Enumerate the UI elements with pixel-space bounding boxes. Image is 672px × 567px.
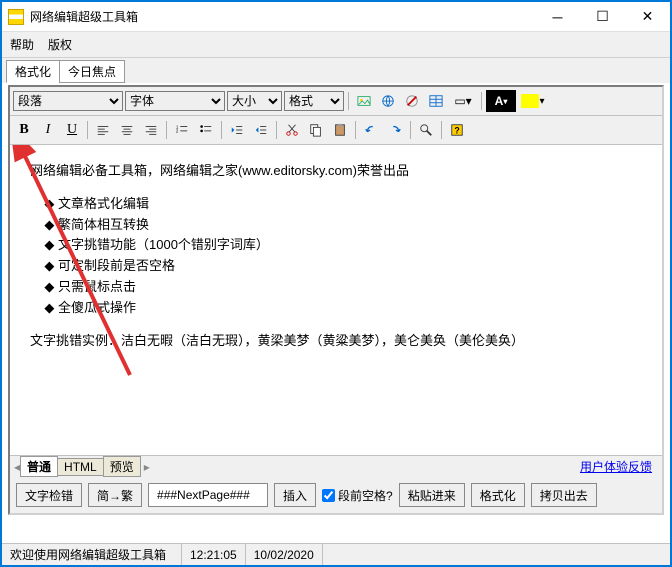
status-date: 10/02/2020: [246, 544, 323, 565]
copy-out-button[interactable]: 拷贝出去: [531, 483, 597, 507]
statusbar: 欢迎使用网络编辑超级工具箱 12:21:05 10/02/2020: [2, 543, 670, 565]
tab-normal[interactable]: 普通: [20, 456, 58, 477]
tab-format[interactable]: 格式化: [6, 60, 60, 83]
outdent-icon[interactable]: [226, 119, 248, 141]
svg-text:2: 2: [176, 129, 179, 134]
button-row: 文字检错 简→繁 插入 段前空格? 粘贴进来 格式化 拷贝出去: [10, 477, 662, 513]
insert-table-icon[interactable]: [425, 90, 447, 112]
cut-icon[interactable]: [281, 119, 303, 141]
toolbar-row-2: B I U 12 ?: [10, 116, 662, 145]
find-icon[interactable]: [415, 119, 437, 141]
paragraph-select[interactable]: 段落: [13, 91, 123, 111]
undo-icon[interactable]: [360, 119, 382, 141]
ordered-list-icon[interactable]: 12: [171, 119, 193, 141]
tab-html[interactable]: HTML: [57, 458, 104, 476]
status-time: 12:21:05: [182, 544, 246, 565]
indent-icon[interactable]: [250, 119, 272, 141]
align-left-icon[interactable]: [92, 119, 114, 141]
size-select[interactable]: 大小: [227, 91, 282, 111]
paste-icon[interactable]: [329, 119, 351, 141]
tab-today[interactable]: 今日焦点: [59, 60, 125, 83]
feedback-link[interactable]: 用户体验反馈: [580, 458, 658, 475]
align-center-icon[interactable]: [116, 119, 138, 141]
insert-button[interactable]: 插入: [274, 483, 316, 507]
list-item: 全傻瓜式操作: [58, 298, 642, 319]
app-icon: [8, 9, 24, 25]
paste-in-button[interactable]: 粘贴进来: [399, 483, 465, 507]
font-select[interactable]: 字体: [125, 91, 225, 111]
toolbar-row-1: 段落 字体 大小 格式 ▭▾ A▾ ▾: [10, 87, 662, 116]
list-item: 只需鼠标点击: [58, 277, 642, 298]
list-item: 繁简体相互转换: [58, 215, 642, 236]
titlebar: 网络编辑超级工具箱 ─ ☐ ✕: [2, 2, 670, 32]
editor-body[interactable]: 网络编辑必备工具箱，网络编辑之家(www.editorsky.com)荣誉出品 …: [10, 145, 662, 455]
format-select[interactable]: 格式: [284, 91, 344, 111]
align-right-icon[interactable]: [140, 119, 162, 141]
nextpage-input[interactable]: [148, 483, 268, 507]
bottom-tabs: ◂ 普通 HTML 预览 ▸ 用户体验反馈: [10, 455, 662, 477]
help-icon[interactable]: ?: [446, 119, 468, 141]
svg-text:?: ?: [454, 126, 459, 136]
bg-color-icon[interactable]: ▾: [518, 90, 548, 112]
window-title: 网络编辑超级工具箱: [30, 8, 535, 25]
insert-hr-icon[interactable]: ▭▾: [449, 90, 477, 112]
insert-link-icon[interactable]: [377, 90, 399, 112]
maximize-button[interactable]: ☐: [580, 2, 625, 32]
status-welcome: 欢迎使用网络编辑超级工具箱: [2, 544, 182, 565]
editor-example: 文字挑错实例：洁白无暇（洁白无瑕），黄梁美梦（黄粱美梦），美仑美奂（美伦美奂）: [30, 331, 642, 352]
minimize-button[interactable]: ─: [535, 2, 580, 32]
insert-image-icon[interactable]: [353, 90, 375, 112]
redo-icon[interactable]: [384, 119, 406, 141]
italic-button[interactable]: I: [37, 119, 59, 141]
copy-icon[interactable]: [305, 119, 327, 141]
simp-to-trad-button[interactable]: 简→繁: [88, 483, 142, 507]
editor-intro: 网络编辑必备工具箱，网络编辑之家(www.editorsky.com)荣誉出品: [30, 161, 642, 182]
bold-button[interactable]: B: [13, 119, 35, 141]
check-errors-button[interactable]: 文字检错: [16, 483, 82, 507]
top-tabs: 格式化 今日焦点: [2, 58, 670, 83]
menu-help[interactable]: 帮助: [10, 36, 34, 53]
format-button[interactable]: 格式化: [471, 483, 525, 507]
menubar: 帮助 版权: [2, 32, 670, 58]
font-color-icon[interactable]: A▾: [486, 90, 516, 112]
list-item: 文字挑错功能（1000个错别字词库）: [58, 235, 642, 256]
list-item: 可定制段前是否空格: [58, 256, 642, 277]
list-item: 文章格式化编辑: [58, 194, 642, 215]
close-button[interactable]: ✕: [625, 2, 670, 32]
insert-anchor-icon[interactable]: [401, 90, 423, 112]
feature-list: 文章格式化编辑 繁简体相互转换 文字挑错功能（1000个错别字词库） 可定制段前…: [58, 194, 642, 319]
underline-button[interactable]: U: [61, 119, 83, 141]
tab-preview[interactable]: 预览: [103, 456, 141, 477]
space-checkbox[interactable]: [322, 489, 335, 502]
menu-copyright[interactable]: 版权: [48, 36, 72, 53]
unordered-list-icon[interactable]: [195, 119, 217, 141]
content-area: 段落 字体 大小 格式 ▭▾ A▾ ▾ B I U 12: [8, 85, 664, 515]
space-checkbox-label[interactable]: 段前空格?: [322, 487, 393, 504]
